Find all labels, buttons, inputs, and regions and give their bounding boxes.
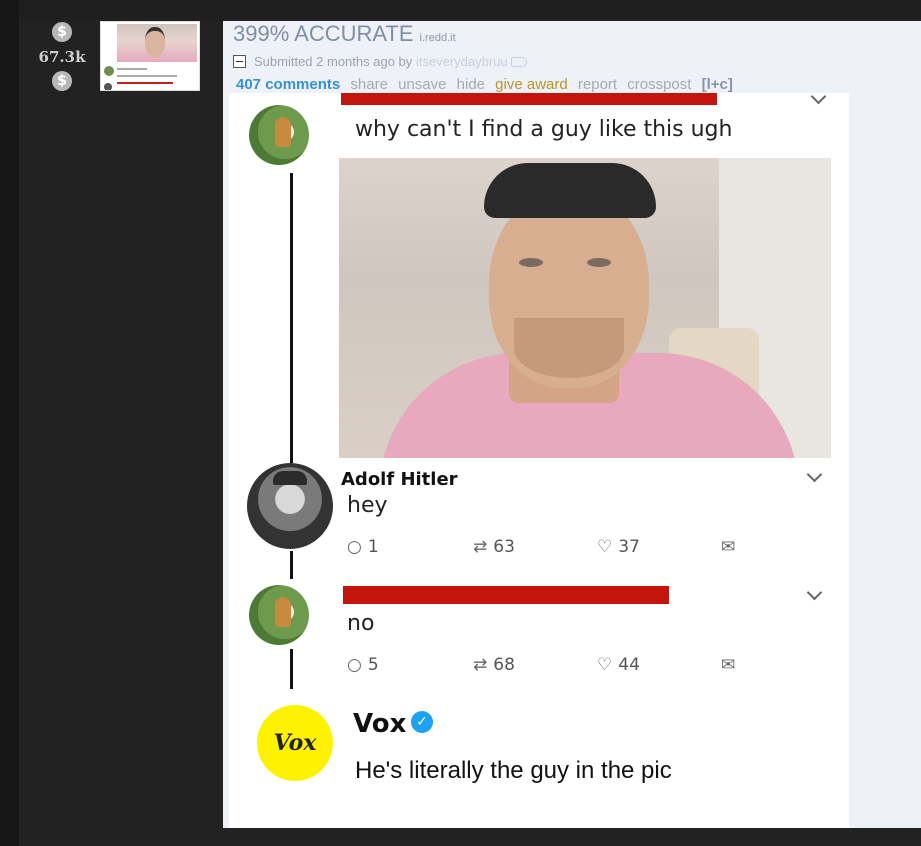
post-domain[interactable]: i.redd.it (420, 32, 456, 44)
like-icon: ♡ (597, 655, 613, 675)
score: 67.3k (38, 48, 86, 66)
verified-badge-icon: ✓ (411, 711, 433, 733)
upvote-coin-icon[interactable]: $ (52, 22, 72, 42)
dm-action[interactable]: ✉ (721, 537, 741, 557)
thread-line (290, 649, 293, 689)
like-icon: ♡ (597, 537, 613, 557)
vox-name: Vox (353, 709, 407, 739)
submitted-text: Submitted 2 months ago by (254, 54, 413, 69)
post-thumbnail[interactable] (100, 21, 200, 91)
downvote-coin-icon[interactable]: $ (52, 71, 72, 91)
tag-icon[interactable] (510, 57, 527, 67)
author-link[interactable]: itseverydaybruu (416, 54, 508, 69)
tagline: Submitted 2 months ago by itseverydaybru… (233, 53, 527, 69)
redaction-bar (341, 93, 717, 105)
vox-logo: Vox (257, 705, 333, 781)
avatar (247, 463, 333, 549)
give-award-button[interactable]: give award (495, 76, 568, 93)
vox-tweet-text: He's literally the guy in the pic (355, 757, 672, 784)
chevron-down-icon[interactable] (806, 584, 823, 601)
tweet-photo (339, 158, 831, 458)
tweet-text: hey (347, 493, 388, 518)
top-bar (0, 0, 921, 21)
collapse-expando-icon[interactable] (233, 55, 246, 68)
lc-button[interactable]: [l+c] (702, 76, 733, 93)
comments-button[interactable]: 407 comments (236, 76, 340, 93)
thread-line (290, 173, 293, 463)
dm-icon: ✉ (721, 655, 736, 675)
thumbnail-avatar-icon (104, 66, 114, 76)
like-action[interactable]: ♡ 44 (597, 655, 640, 675)
thumbnail-photo (117, 24, 197, 62)
share-button[interactable]: share (350, 76, 388, 93)
retweet-action[interactable]: ⇄ 68 (473, 655, 515, 675)
reply-icon: ○ (347, 537, 362, 557)
tweet-author-name: Adolf Hitler (341, 469, 458, 490)
report-button[interactable]: report (578, 76, 617, 93)
vote-column: $ 67.3k $ (33, 22, 91, 91)
expanded-image[interactable]: why can't I find a guy like this ugh Ado… (229, 93, 849, 828)
like-action[interactable]: ♡ 37 (597, 537, 640, 557)
redaction-bar (343, 586, 669, 604)
post-content: 399% ACCURATE i.redd.it Submitted 2 month… (223, 21, 921, 828)
tweet-text: why can't I find a guy like this ugh (355, 117, 733, 142)
retweet-action[interactable]: ⇄ 63 (473, 537, 515, 557)
thread-line (290, 551, 293, 579)
chevron-down-icon[interactable] (810, 93, 827, 105)
reply-action[interactable]: ○ 1 (347, 537, 379, 557)
retweet-icon: ⇄ (473, 537, 488, 557)
crosspost-button[interactable]: crosspost (627, 76, 691, 93)
reply-icon: ○ (347, 655, 362, 675)
dm-action[interactable]: ✉ (721, 655, 741, 675)
post-buttons: 407 comments share unsave hide give awar… (236, 76, 739, 93)
avatar (249, 105, 309, 165)
post-title[interactable]: 399% ACCURATE (233, 21, 414, 46)
left-gutter (0, 0, 19, 846)
dm-icon: ✉ (721, 537, 736, 557)
title-row: 399% ACCURATE i.redd.it (233, 21, 456, 47)
avatar (249, 585, 309, 645)
hide-button[interactable]: hide (457, 76, 485, 93)
unsave-button[interactable]: unsave (398, 76, 446, 93)
retweet-icon: ⇄ (473, 655, 488, 675)
tweet-text: no (347, 611, 375, 636)
chevron-down-icon[interactable] (806, 466, 823, 483)
reply-action[interactable]: ○ 5 (347, 655, 379, 675)
